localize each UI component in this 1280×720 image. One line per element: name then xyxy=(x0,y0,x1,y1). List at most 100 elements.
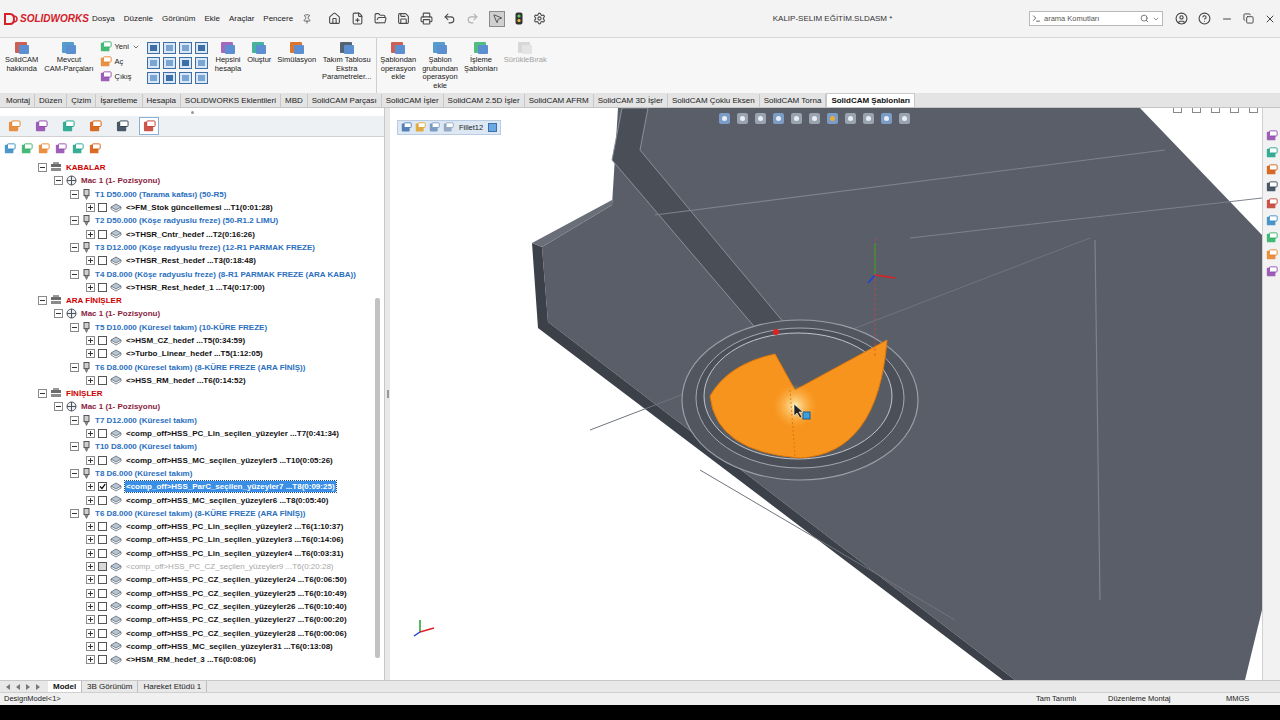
tree-label[interactable]: T6 D8.000 (Küresel takım) (8-KÜRE FREZE … xyxy=(94,362,306,373)
feature-tab[interactable] xyxy=(31,117,51,135)
expander-icon[interactable] xyxy=(70,416,79,425)
tree-row[interactable]: T1 D50.000 (Tarama kafası) (50-R5) xyxy=(0,188,375,201)
tree-row[interactable]: FİNİŞLER xyxy=(0,387,375,400)
ribbon-button[interactable]: Simülasyon xyxy=(274,38,319,65)
tree-row[interactable]: <comp_off>HSS_MC_seçilen_yüzeyler6 ...T8… xyxy=(0,493,375,506)
new-document-icon[interactable] xyxy=(351,12,364,25)
view-tool-icon[interactable] xyxy=(880,112,893,125)
tab-scroll-icon[interactable] xyxy=(34,683,42,691)
row-checkbox[interactable] xyxy=(98,629,107,638)
expander-icon[interactable] xyxy=(86,549,95,558)
ribbon-button[interactable]: İşlemeŞablonları xyxy=(461,38,501,73)
command-tab[interactable]: SolidCAM Çoklu Eksen xyxy=(668,94,760,107)
tree-label[interactable]: <comp_off>HSS_PC_CZ_seçilen_yüzeyler28 .… xyxy=(125,628,348,639)
menu-item[interactable]: Dosya xyxy=(92,13,115,25)
expander-icon[interactable] xyxy=(86,203,95,212)
tree-label[interactable]: <>HSM_RM_hedef_3 ...T6(0:08:06) xyxy=(125,654,257,665)
ribbon-button[interactable]: Takım TablosuEkstraParametreler... xyxy=(319,38,374,82)
print-icon[interactable] xyxy=(420,12,433,25)
tree-label[interactable]: <comp_off>HSS_MC_seçilen_yüzeyler5 ...T1… xyxy=(125,455,334,466)
tree-label[interactable]: <comp_off>HSS_PC_CZ_seçilen_yüzeyler24 .… xyxy=(125,574,348,585)
tree-row[interactable]: <>FM_Stok güncellemesi ...T1(0:01:28) xyxy=(0,201,375,214)
row-checkbox[interactable] xyxy=(98,256,107,265)
tree-row[interactable]: <>Turbo_Linear_hedef ...T5(1:12:05) xyxy=(0,347,375,360)
command-tab[interactable]: SolidCAM 3D İşler xyxy=(594,94,668,107)
feature-tab[interactable] xyxy=(4,117,24,135)
scrollbar[interactable] xyxy=(375,158,382,680)
tree-row[interactable]: T10 D8.000 (Küresel takım) xyxy=(0,440,375,453)
expander-icon[interactable] xyxy=(38,389,47,398)
expander-icon[interactable] xyxy=(86,336,95,345)
expander-icon[interactable] xyxy=(54,309,63,318)
expander-icon[interactable] xyxy=(86,429,95,438)
grid-tool-icon[interactable] xyxy=(195,57,208,69)
expander-icon[interactable] xyxy=(86,589,95,598)
command-tab[interactable]: Çizim xyxy=(67,94,96,107)
command-tab[interactable]: SolidCAM Parçası xyxy=(308,94,382,107)
view-tool-icon[interactable] xyxy=(754,112,767,125)
scrollbar-thumb[interactable] xyxy=(375,298,380,658)
row-checkbox[interactable] xyxy=(98,589,107,598)
expander-icon[interactable] xyxy=(86,349,95,358)
grid-tool-icon[interactable] xyxy=(195,72,208,84)
expander-icon[interactable] xyxy=(86,522,95,531)
help-icon[interactable] xyxy=(1198,12,1211,25)
tree-label[interactable]: <comp_off>HSS_PC_CZ_seçilen_yüzeyler25 .… xyxy=(125,588,348,599)
grid-tool-icon[interactable] xyxy=(163,42,176,54)
command-tab[interactable]: Hesapla xyxy=(143,94,181,107)
row-checkbox[interactable] xyxy=(98,549,107,558)
tree-label[interactable]: T8 D6.000 (Küresel takım) xyxy=(94,468,193,479)
breadcrumb[interactable]: Fillet12 xyxy=(397,120,501,135)
feature-tab[interactable] xyxy=(85,117,105,135)
grid-tool-icon[interactable] xyxy=(179,57,192,69)
tree-row[interactable]: <>HSS_RM_hedef ...T6(0:14:52) xyxy=(0,374,375,387)
tree-label[interactable]: <comp_off>HSS_PC_CZ_seçilen_yüzeyler27 .… xyxy=(125,614,348,625)
expander-icon[interactable] xyxy=(70,323,79,332)
menu-item[interactable]: Görünüm xyxy=(162,13,195,25)
ribbon-button[interactable]: MevcutCAM-Parçaları xyxy=(41,38,96,73)
tree-row[interactable]: <>THSR_Rest_hedef_1 ...T4(0:17:00) xyxy=(0,281,375,294)
tree-label[interactable]: <>THSR_Cntr_hedef ...T2(0:16:26) xyxy=(125,229,256,240)
open-icon[interactable] xyxy=(374,12,387,25)
tree-row[interactable]: <>HSM_RM_hedef_3 ...T6(0:08:06) xyxy=(0,653,375,666)
tree-row[interactable]: T3 D12.000 (Köşe radyuslu freze) (12-R1 … xyxy=(0,241,375,254)
tree-row[interactable]: <>HSM_CZ_hedef ...T5(0:34:59) xyxy=(0,334,375,347)
viewport-window-icon[interactable] xyxy=(1192,108,1201,113)
tree-label[interactable]: Mac 1 (1- Pozisyonu) xyxy=(80,175,161,186)
tree-label[interactable]: <comp_off>HSS_PC_CZ_seçilen_yüzeyler9 ..… xyxy=(125,561,335,572)
ribbon-small-button[interactable]: Aç xyxy=(100,56,140,68)
tree-row[interactable]: <comp_off>HSS_PC_Lin_seçilen_yüzeyler ..… xyxy=(0,427,375,440)
expander-icon[interactable] xyxy=(54,176,63,185)
row-checkbox[interactable] xyxy=(98,575,107,584)
expander-icon[interactable] xyxy=(86,655,95,664)
command-tab[interactable]: Düzen xyxy=(35,94,67,107)
tree-row[interactable]: T5 D10.000 (Küresel takım) (10-KÜRE FREZ… xyxy=(0,321,375,334)
tree-row[interactable]: <comp_off>HSS_MC_seçilen_yüzeyler31 ...T… xyxy=(0,640,375,653)
search-dropdown-icon[interactable] xyxy=(1152,15,1160,23)
select-button[interactable] xyxy=(489,11,505,27)
expander-icon[interactable] xyxy=(86,575,95,584)
ribbon-button[interactable]: SürükleBırak xyxy=(501,38,550,65)
command-tab[interactable]: SolidCAM Torna xyxy=(760,94,827,107)
ribbon-button[interactable]: Şablondanoperasyonekle xyxy=(377,38,419,82)
expander-icon[interactable] xyxy=(86,230,95,239)
tree-row[interactable]: T8 D6.000 (Küresel takım) xyxy=(0,467,375,480)
expander-icon[interactable] xyxy=(86,376,95,385)
grid-tool-icon[interactable] xyxy=(195,42,208,54)
expander-icon[interactable] xyxy=(70,363,79,372)
expander-icon[interactable] xyxy=(86,615,95,624)
tab-scroll-icon[interactable] xyxy=(4,683,12,691)
search-icon[interactable] xyxy=(1140,14,1149,23)
pin-icon[interactable] xyxy=(302,14,312,24)
view-tool-icon[interactable] xyxy=(718,112,731,125)
tree-row[interactable]: <comp_off>HSS_PC_CZ_seçilen_yüzeyler28 .… xyxy=(0,626,375,639)
expander-icon[interactable] xyxy=(86,482,95,491)
menu-item[interactable]: Araçlar xyxy=(229,13,254,25)
expander-icon[interactable] xyxy=(38,296,47,305)
tree-row[interactable]: <comp_off>HSS_PC_CZ_seçilen_yüzeyler24 .… xyxy=(0,573,375,586)
rebuild-icon[interactable] xyxy=(515,12,523,25)
row-checkbox[interactable] xyxy=(98,642,107,651)
model-tab[interactable]: Hareket Etüdü 1 xyxy=(138,681,207,692)
row-checkbox[interactable] xyxy=(98,482,107,491)
undo-icon[interactable] xyxy=(443,12,456,25)
